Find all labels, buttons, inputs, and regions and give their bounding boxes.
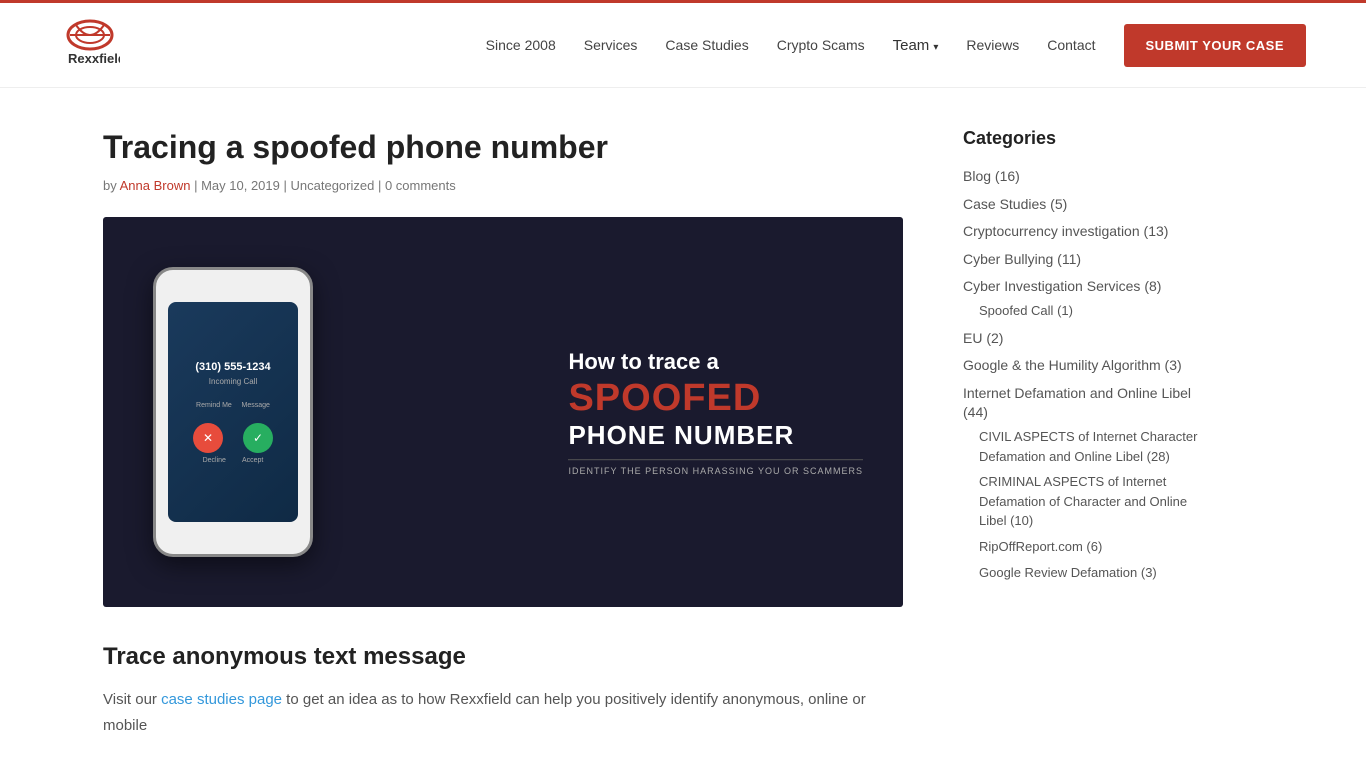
decline-button: ✕ [193, 423, 223, 453]
main-content: Tracing a spoofed phone number by Anna B… [103, 128, 903, 738]
meta-comments: 0 comments [385, 178, 456, 193]
phone-mockup: (310) 555-1234 Incoming Call Remind Me M… [153, 267, 313, 557]
list-item: CRIMINAL ASPECTS of Internet Defamation … [979, 472, 1203, 531]
cat-civil-aspects[interactable]: CIVIL ASPECTS of Internet Character Defa… [979, 429, 1197, 464]
cat-cyber-bullying[interactable]: Cyber Bullying (11) [963, 251, 1081, 267]
category-list: Blog (16) Case Studies (5) Cryptocurrenc… [963, 167, 1203, 582]
section1-title: Trace anonymous text message [103, 643, 903, 671]
cat-crypto[interactable]: Cryptocurrency investigation (13) [963, 223, 1168, 239]
cat-cyber-bullying-count: (11) [1057, 251, 1081, 267]
list-item: Google & the Humility Algorithm (3) [963, 356, 1203, 376]
cat-civil-aspects-count: (28) [1147, 449, 1170, 464]
action-labels: Decline Accept [203, 457, 264, 464]
case-studies-link[interactable]: case studies page [161, 691, 282, 708]
post-title: Tracing a spoofed phone number [103, 128, 903, 166]
cat-eu-count: (2) [986, 330, 1003, 346]
meta-category: Uncategorized [291, 178, 375, 193]
sidebar-title: Categories [963, 128, 1203, 149]
list-item: Google Review Defamation (3) [979, 563, 1203, 583]
cat-internet-defamation[interactable]: Internet Defamation and Online Libel (44… [963, 385, 1191, 421]
accept-button: ✓ [243, 423, 273, 453]
list-item: CIVIL ASPECTS of Internet Character Defa… [979, 427, 1203, 466]
submit-case-button[interactable]: SUBMIT YOUR CASE [1124, 24, 1307, 67]
list-item: Cryptocurrency investigation (13) [963, 222, 1203, 242]
cat-internet-defamation-count: (44) [963, 404, 988, 420]
post-body: Visit our case studies page to get an id… [103, 687, 903, 738]
cat-ripoff-report-count: (6) [1086, 539, 1102, 554]
nav-since[interactable]: Since 2008 [486, 37, 556, 53]
cat-spoofed-call-count: (1) [1057, 303, 1073, 318]
sub-category-list: Spoofed Call (1) [963, 301, 1203, 321]
image-line2: SPOOFED [568, 377, 863, 420]
list-item: Internet Defamation and Online Libel (44… [963, 384, 1203, 582]
remind-label: Remind Me Message [196, 402, 270, 409]
nav-case-studies[interactable]: Case Studies [665, 37, 748, 53]
logo-image: Rexxfield. [60, 15, 120, 75]
image-text-overlay: How to trace a SPOOFED PHONE NUMBER IDEN… [568, 349, 863, 477]
cat-criminal-aspects[interactable]: CRIMINAL ASPECTS of Internet Defamation … [979, 474, 1187, 528]
main-nav: Since 2008 Services Case Studies Crypto … [486, 24, 1306, 67]
nav-crypto-scams[interactable]: Crypto Scams [777, 37, 865, 53]
cat-cyber-investigation-count: (8) [1144, 278, 1161, 294]
logo-area[interactable]: Rexxfield. [60, 15, 120, 75]
list-item: Cyber Investigation Services (8) Spoofed… [963, 277, 1203, 320]
cat-criminal-aspects-count: (10) [1010, 513, 1033, 528]
image-line3: PHONE NUMBER [568, 420, 863, 451]
meta-by: by [103, 178, 117, 193]
meta-separator2: | [284, 178, 291, 193]
cat-crypto-count: (13) [1144, 223, 1169, 239]
sub-category-list: CIVIL ASPECTS of Internet Character Defa… [963, 427, 1203, 582]
cat-google-humility-count: (3) [1165, 357, 1182, 373]
body-text-start: Visit our [103, 691, 161, 708]
list-item: RipOffReport.com (6) [979, 537, 1203, 557]
list-item: Spoofed Call (1) [979, 301, 1203, 321]
image-subtitle: IDENTIFY THE PERSON HARASSING YOU OR SCA… [568, 459, 863, 476]
sidebar: Categories Blog (16) Case Studies (5) Cr… [963, 128, 1203, 738]
nav-team[interactable]: Team [893, 37, 939, 54]
cat-cyber-investigation[interactable]: Cyber Investigation Services (8) [963, 278, 1161, 294]
nav-contact[interactable]: Contact [1047, 37, 1095, 53]
meta-author[interactable]: Anna Brown [120, 178, 191, 193]
image-line1: How to trace a [568, 349, 863, 378]
chevron-down-icon [933, 37, 938, 54]
phone-number: (310) 555-1234 [195, 361, 270, 373]
featured-image: (310) 555-1234 Incoming Call Remind Me M… [103, 217, 903, 607]
nav-reviews[interactable]: Reviews [966, 37, 1019, 53]
list-item: Cyber Bullying (11) [963, 250, 1203, 270]
cat-blog-count: (16) [995, 168, 1020, 184]
post-meta: by Anna Brown | May 10, 2019 | Uncategor… [103, 178, 903, 193]
page-container: Tracing a spoofed phone number by Anna B… [43, 88, 1323, 778]
cat-eu[interactable]: EU (2) [963, 330, 1003, 346]
meta-separator3: | [378, 178, 385, 193]
cat-google-review[interactable]: Google Review Defamation (3) [979, 565, 1157, 580]
incoming-label: Incoming Call [209, 377, 257, 386]
nav-services[interactable]: Services [584, 37, 638, 53]
meta-date: May 10, 2019 [201, 178, 280, 193]
list-item: Blog (16) [963, 167, 1203, 187]
cat-ripoff-report[interactable]: RipOffReport.com (6) [979, 539, 1102, 554]
list-item: Case Studies (5) [963, 195, 1203, 215]
cat-spoofed-call[interactable]: Spoofed Call (1) [979, 303, 1073, 318]
list-item: EU (2) [963, 329, 1203, 349]
svg-text:Rexxfield.: Rexxfield. [68, 51, 120, 66]
cat-google-humility[interactable]: Google & the Humility Algorithm (3) [963, 357, 1182, 373]
cat-case-studies[interactable]: Case Studies (5) [963, 196, 1067, 212]
cat-case-studies-count: (5) [1050, 196, 1067, 212]
cat-blog[interactable]: Blog (16) [963, 168, 1020, 184]
site-header: Rexxfield. Since 2008 Services Case Stud… [0, 3, 1366, 88]
cat-google-review-count: (3) [1141, 565, 1157, 580]
